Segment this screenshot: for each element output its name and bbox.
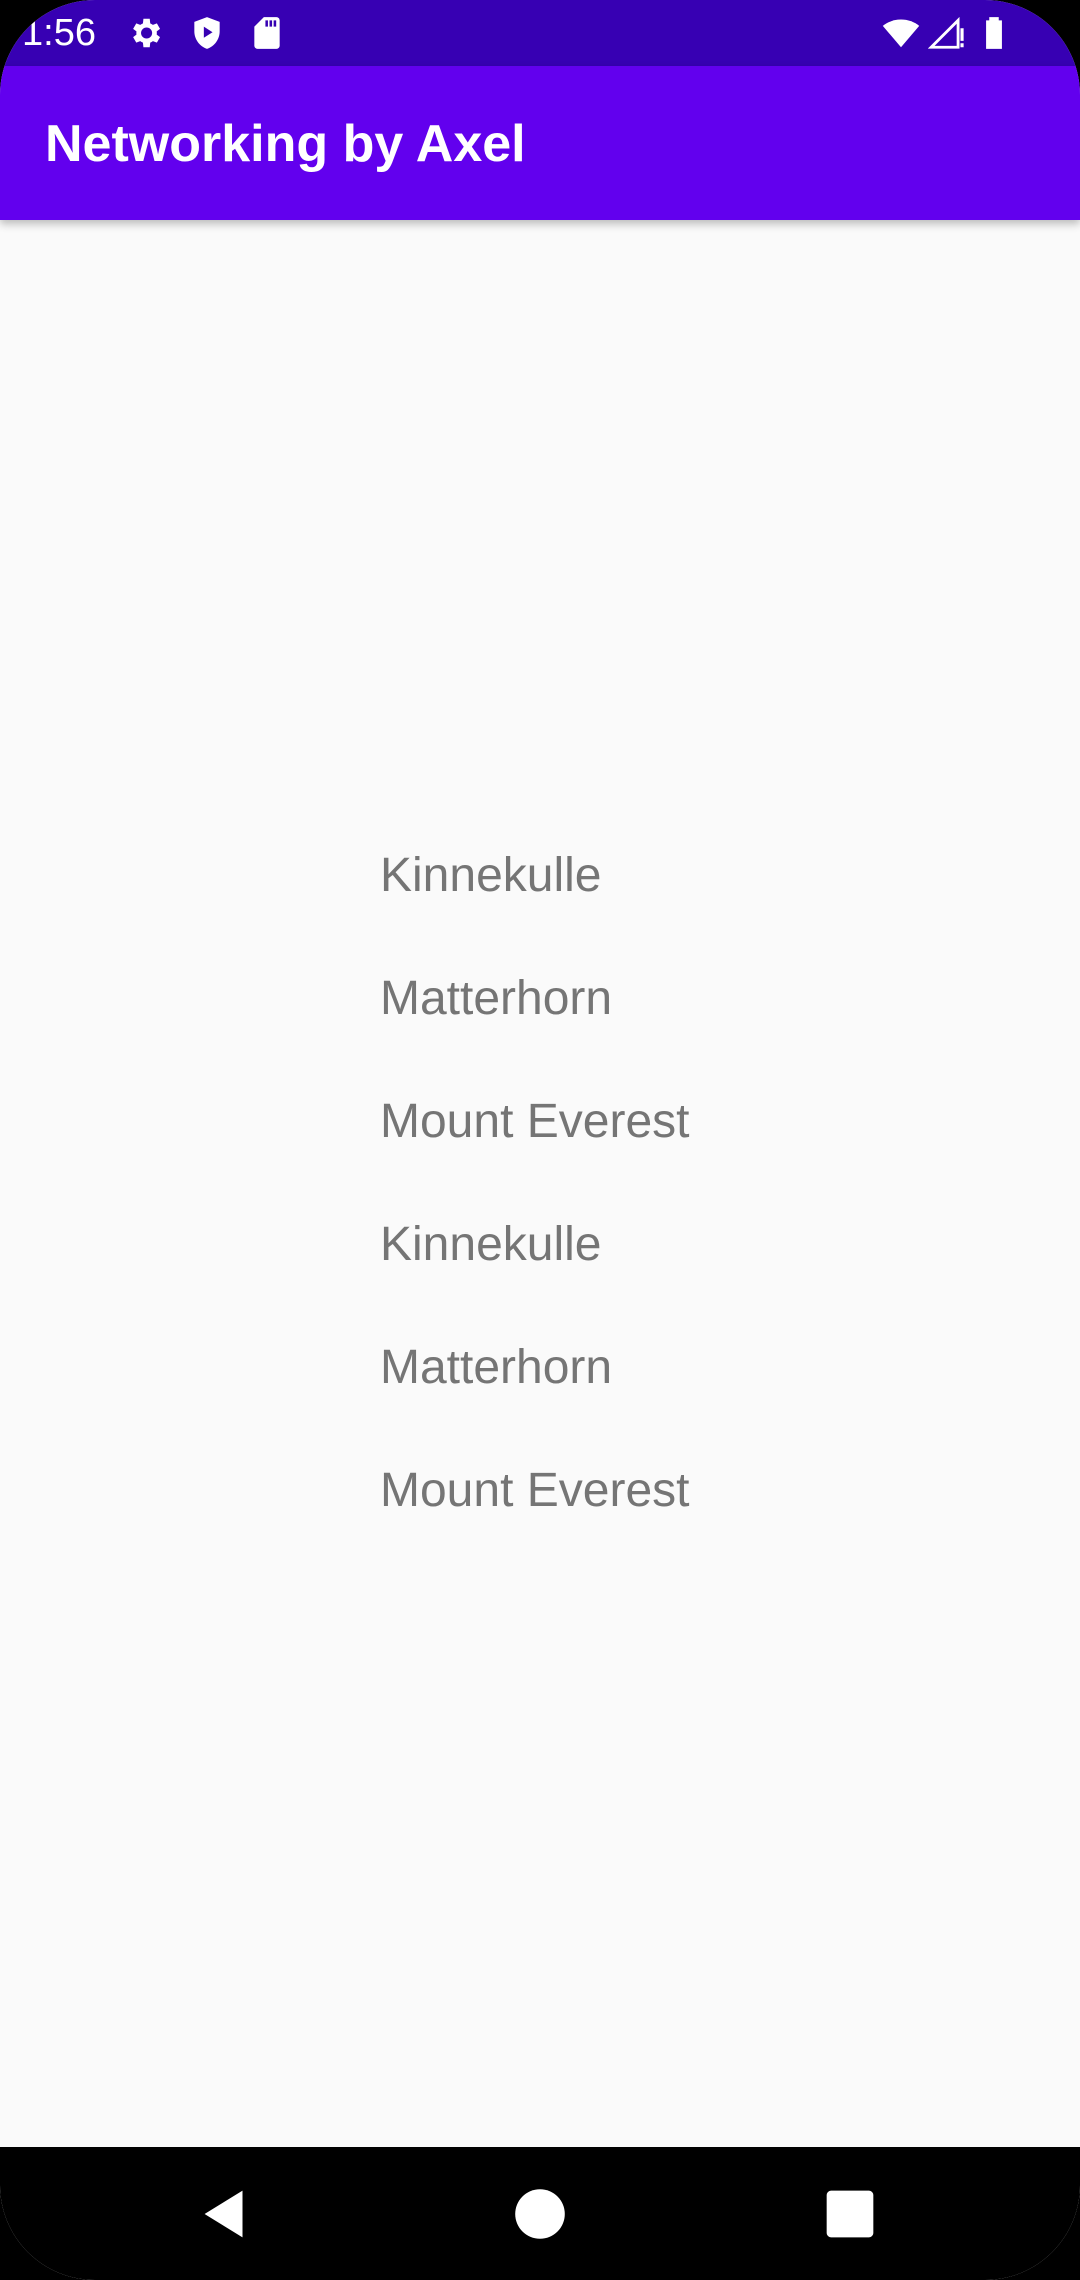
app-title: Networking by Axel	[45, 115, 526, 173]
back-icon[interactable]	[190, 2179, 260, 2249]
list-item[interactable]: Mount Everest	[380, 1086, 689, 1209]
phone-screen: 1:56 Networking by Axel Kinnekulle Matte…	[0, 0, 1080, 2280]
sd-card-icon	[248, 14, 286, 52]
signal-icon	[928, 14, 966, 52]
recents-icon[interactable]	[815, 2179, 885, 2249]
list-item[interactable]: Mount Everest	[380, 1455, 689, 1578]
list-item[interactable]: Kinnekulle	[380, 1209, 689, 1332]
mountain-list[interactable]: Kinnekulle Matterhorn Mount Everest Kinn…	[380, 840, 689, 1578]
shield-play-icon	[188, 14, 226, 52]
wifi-icon	[882, 14, 920, 52]
settings-icon	[126, 14, 164, 52]
status-time: 1:56	[22, 12, 96, 54]
list-item[interactable]: Kinnekulle	[380, 840, 689, 963]
list-item[interactable]: Matterhorn	[380, 1332, 689, 1455]
battery-icon	[975, 14, 1013, 52]
list-item[interactable]: Matterhorn	[380, 963, 689, 1086]
status-bar: 1:56	[0, 0, 1080, 66]
app-bar: Networking by Axel	[0, 66, 1080, 220]
home-icon[interactable]	[505, 2179, 575, 2249]
navigation-bar	[0, 2147, 1080, 2280]
